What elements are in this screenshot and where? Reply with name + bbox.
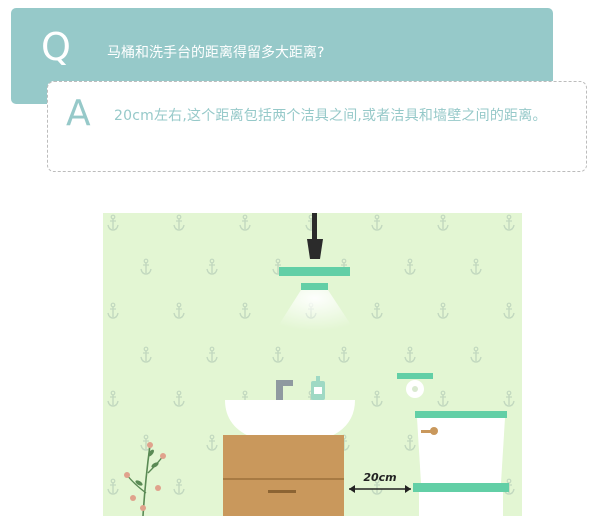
qa-page: Q 马桶和洗手台的距离得留多大距离? A 20cm左右,这个距离包括两个洁具之间… bbox=[0, 0, 600, 516]
bathroom-illustration: 20cm bbox=[103, 213, 522, 516]
question-letter: Q bbox=[41, 25, 71, 69]
toilet-icon bbox=[413, 411, 509, 516]
cabinet-icon bbox=[223, 435, 344, 516]
answer-text: 20cm左右,这个距离包括两个洁具之间,或者洁具和墙壁之间的距离。 bbox=[114, 108, 547, 124]
question-text: 马桶和洗手台的距离得留多大距离? bbox=[107, 45, 325, 61]
answer-letter: A bbox=[66, 93, 91, 134]
answer-card: A 20cm左右,这个距离包括两个洁具之间,或者洁具和墙壁之间的距离。 bbox=[47, 81, 587, 172]
distance-label: 20cm bbox=[363, 471, 396, 484]
